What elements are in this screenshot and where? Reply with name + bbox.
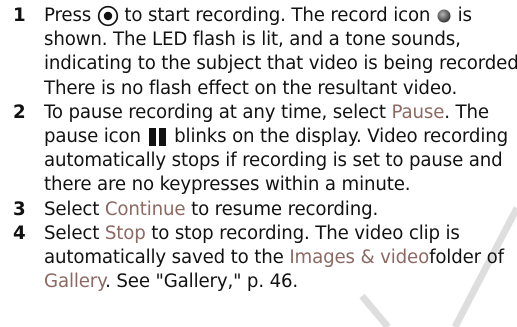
ui-term-pause: Pause: [391, 101, 445, 123]
step-line: To pause recording at any time, select P…: [44, 101, 489, 123]
step-number: 4: [13, 222, 26, 244]
step-4: 4 Select Stop to stop recording. The vid…: [0, 222, 517, 295]
step-line: indicating to the subject that video is …: [44, 53, 517, 75]
step-1: 1 Press to start recording. The record i…: [0, 4, 517, 101]
ui-term-stop: Stop: [104, 222, 146, 244]
step-line: Press to start recording. The record ico…: [44, 5, 472, 27]
step-number: 2: [13, 101, 26, 123]
ui-term-continue: Continue: [104, 198, 186, 220]
instruction-steps: 1 Press to start recording. The record i…: [0, 4, 517, 294]
step-line: shown. The LED flash is lit, and a tone …: [44, 29, 461, 51]
step-line: Gallery. See "Gallery," p. 46.: [44, 271, 299, 293]
ui-term-gallery: Gallery: [44, 271, 106, 293]
step-number: 3: [13, 198, 26, 220]
record-key-icon: [97, 5, 119, 27]
step-line: Select Continue to resume recording.: [44, 198, 379, 220]
step-line: there are no keypresses within a minute.: [44, 174, 411, 196]
step-line: automatically saved to the Images & vide…: [44, 247, 504, 269]
ui-term-images-video: Images & video: [289, 247, 430, 269]
record-dot-icon: [436, 8, 452, 24]
step-2: 2 To pause recording at any time, select…: [0, 101, 517, 198]
step-line: automatically stops if recording is set …: [44, 150, 503, 172]
pause-icon: [147, 127, 169, 147]
step-line: pause icon blinks on the display. Video …: [44, 126, 508, 148]
step-3: 3 Select Continue to resume recording.: [0, 198, 517, 222]
step-number: 1: [13, 5, 26, 26]
step-line: Select Stop to stop recording. The video…: [44, 222, 460, 244]
step-line: There is no flash effect on the resultan…: [44, 77, 458, 99]
